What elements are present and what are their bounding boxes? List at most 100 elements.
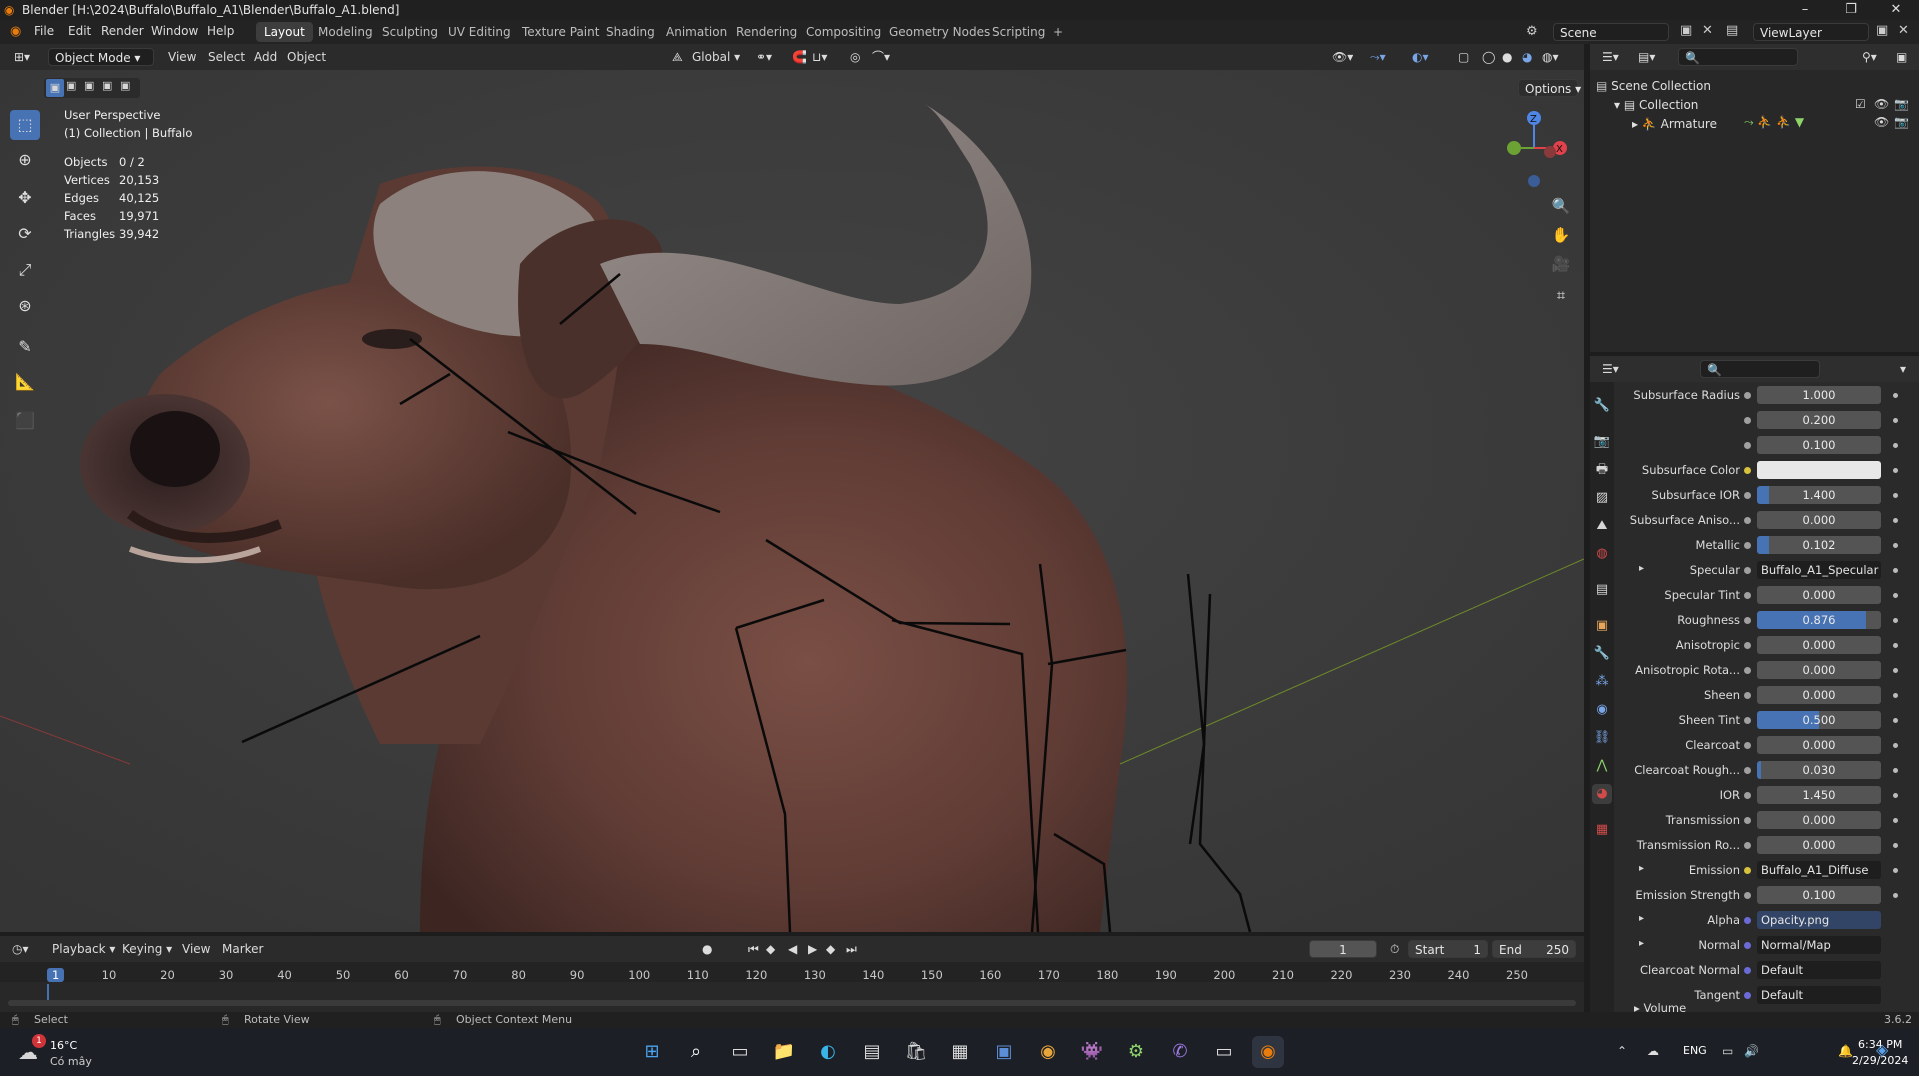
select-subtract-icon[interactable]: ▣ bbox=[84, 79, 94, 92]
jump-end-icon[interactable]: ⏭ bbox=[846, 940, 857, 958]
start-frame-field[interactable]: Start 1 bbox=[1408, 940, 1488, 958]
data-tab-icon[interactable]: ⋀ bbox=[1592, 756, 1612, 776]
menu-render[interactable]: Render bbox=[101, 24, 144, 38]
measure-tool[interactable]: 📐 bbox=[10, 367, 40, 397]
expand-socket-icon[interactable]: ▸ bbox=[1639, 563, 1644, 574]
current-frame-field[interactable]: 1 bbox=[1309, 940, 1377, 958]
linked-input-field[interactable]: Buffalo_A1_Diffuse bbox=[1757, 861, 1881, 879]
maximize-button[interactable]: ❐ bbox=[1828, 0, 1874, 20]
socket-dot-icon[interactable] bbox=[1744, 742, 1751, 749]
socket-dot-icon[interactable] bbox=[1744, 667, 1751, 674]
store-icon[interactable]: 🛍 bbox=[900, 1036, 932, 1068]
close-button[interactable]: ✕ bbox=[1873, 0, 1919, 20]
notepad-icon[interactable]: ▤ bbox=[856, 1036, 888, 1068]
new-view-layer-icon[interactable]: ▣ bbox=[1876, 23, 1888, 38]
tab-texture-paint[interactable]: Texture Paint bbox=[514, 22, 607, 42]
options-dropdown[interactable]: Options ▾ bbox=[1518, 79, 1581, 97]
expand-socket-icon[interactable]: ▸ bbox=[1639, 863, 1644, 874]
blender-taskbar-icon[interactable]: ◉ bbox=[1252, 1036, 1284, 1068]
tab-geometry-nodes[interactable]: Geometry Nodes bbox=[881, 22, 998, 42]
delete-scene-icon[interactable]: ✕ bbox=[1702, 23, 1713, 38]
copilot-icon[interactable]: ◈ bbox=[1876, 1040, 1888, 1059]
socket-dot-icon[interactable] bbox=[1744, 917, 1751, 924]
linked-input-field[interactable]: Opacity.png bbox=[1757, 911, 1881, 929]
armature-modifiers-icon[interactable]: ⤳ ⛹ ⛹ ▼ bbox=[1744, 115, 1804, 130]
mode-selector[interactable]: Object Mode ▾ bbox=[48, 48, 154, 66]
next-keyframe-icon[interactable]: ◆ bbox=[826, 940, 835, 958]
keyframe-dot-icon[interactable] bbox=[1893, 443, 1898, 448]
socket-dot-icon[interactable] bbox=[1744, 442, 1751, 449]
armature-visibility-icon[interactable]: 👁 bbox=[1874, 115, 1889, 129]
scene-selector[interactable]: Scene bbox=[1553, 23, 1669, 41]
socket-dot-icon[interactable] bbox=[1744, 967, 1751, 974]
collection-render-icon[interactable]: 📷 bbox=[1894, 97, 1909, 111]
orientation-selector[interactable]: Global ▾ bbox=[692, 48, 740, 66]
wireframe-shading-icon[interactable]: ◯ bbox=[1482, 48, 1495, 66]
keyframe-dot-icon[interactable] bbox=[1893, 743, 1898, 748]
material-tab-icon[interactable]: ◕ bbox=[1592, 784, 1612, 804]
object-tab-icon[interactable]: ▣ bbox=[1592, 616, 1612, 636]
select-new-icon[interactable]: ▣ bbox=[46, 79, 64, 97]
display-mode-icon[interactable]: ▤▾ bbox=[1638, 48, 1655, 66]
camera-view-icon[interactable]: 🎥 bbox=[1548, 251, 1574, 277]
property-value-field[interactable]: 0.000 bbox=[1757, 736, 1881, 754]
office-app-icon[interactable]: ▣ bbox=[988, 1036, 1020, 1068]
tab-layout[interactable]: Layout bbox=[256, 22, 313, 42]
task-view-icon[interactable]: ▭ bbox=[724, 1036, 756, 1068]
view-layer-tab-icon[interactable]: ▨ bbox=[1592, 488, 1612, 508]
terminal-icon[interactable]: ▭ bbox=[1208, 1036, 1240, 1068]
socket-dot-icon[interactable] bbox=[1744, 792, 1751, 799]
output-tab-icon[interactable]: 🖶 bbox=[1592, 460, 1612, 480]
property-value-field[interactable]: 0.000 bbox=[1757, 511, 1881, 529]
preview-range-icon[interactable]: ⏱ bbox=[1390, 940, 1399, 958]
linked-input-field[interactable]: Default bbox=[1757, 961, 1881, 979]
property-value-field[interactable]: 0.000 bbox=[1757, 811, 1881, 829]
outliner-editor-type-icon[interactable]: ☰▾ bbox=[1602, 48, 1619, 66]
socket-dot-icon[interactable] bbox=[1744, 892, 1751, 899]
property-value-field[interactable]: 0.030 bbox=[1757, 761, 1881, 779]
pan-hand-icon[interactable]: ✋ bbox=[1548, 222, 1574, 248]
keyframe-dot-icon[interactable] bbox=[1893, 543, 1898, 548]
viber-icon[interactable]: ✆ bbox=[1164, 1036, 1196, 1068]
outliner-armature[interactable]: ▸ ⛹ Armature bbox=[1632, 115, 1717, 133]
menu-file[interactable]: File bbox=[34, 24, 54, 38]
tab-animation[interactable]: Animation bbox=[658, 22, 735, 42]
socket-dot-icon[interactable] bbox=[1744, 767, 1751, 774]
tab-modeling[interactable]: Modeling bbox=[310, 22, 381, 42]
scale-tool[interactable]: ⤢ bbox=[10, 255, 40, 285]
move-tool[interactable]: ✥ bbox=[10, 183, 40, 213]
volume-icon[interactable]: 🔊 bbox=[1744, 1044, 1759, 1058]
socket-dot-icon[interactable] bbox=[1744, 717, 1751, 724]
socket-dot-icon[interactable] bbox=[1744, 842, 1751, 849]
gizmo-neg-x[interactable] bbox=[1544, 146, 1556, 158]
keyframe-dot-icon[interactable] bbox=[1893, 718, 1898, 723]
socket-dot-icon[interactable] bbox=[1744, 867, 1751, 874]
new-scene-icon[interactable]: ▣ bbox=[1680, 23, 1692, 38]
render-tab-icon[interactable]: 📷 bbox=[1592, 432, 1612, 452]
property-value-field[interactable]: 0.000 bbox=[1757, 586, 1881, 604]
menu-view[interactable]: View bbox=[168, 48, 196, 66]
socket-dot-icon[interactable] bbox=[1744, 542, 1751, 549]
keyframe-dot-icon[interactable] bbox=[1893, 568, 1898, 573]
tab-shading[interactable]: Shading bbox=[598, 22, 663, 42]
keyframe-dot-icon[interactable] bbox=[1893, 818, 1898, 823]
expand-socket-icon[interactable]: ▸ bbox=[1639, 913, 1644, 924]
property-value-field[interactable]: 0.102 bbox=[1757, 536, 1881, 554]
property-value-field[interactable]: 0.100 bbox=[1757, 886, 1881, 904]
menu-window[interactable]: Window bbox=[151, 24, 198, 38]
property-value-field[interactable]: 0.100 bbox=[1757, 436, 1881, 454]
world-tab-icon[interactable]: ◍ bbox=[1592, 544, 1612, 564]
property-value-field[interactable]: 0.000 bbox=[1757, 636, 1881, 654]
outliner-collection[interactable]: ▾ ▤ Collection bbox=[1614, 96, 1698, 114]
falloff-icon[interactable]: ⌒▾ bbox=[872, 48, 890, 66]
visibility-icon[interactable]: 👁▾ bbox=[1332, 48, 1353, 66]
keyframe-dot-icon[interactable] bbox=[1893, 618, 1898, 623]
select-intersect-icon[interactable]: ▣ bbox=[120, 79, 130, 92]
menu-marker[interactable]: Marker bbox=[222, 940, 263, 958]
menu-playback[interactable]: Playback ▾ bbox=[52, 940, 115, 958]
select-invert-icon[interactable]: ▣ bbox=[102, 79, 112, 92]
minimize-button[interactable]: – bbox=[1782, 0, 1828, 20]
gizmo-toggle-icon[interactable]: ⤳▾ bbox=[1370, 48, 1386, 66]
property-value-field[interactable]: 0.000 bbox=[1757, 686, 1881, 704]
editor-type-icon[interactable]: ⊞▾ bbox=[14, 48, 30, 66]
